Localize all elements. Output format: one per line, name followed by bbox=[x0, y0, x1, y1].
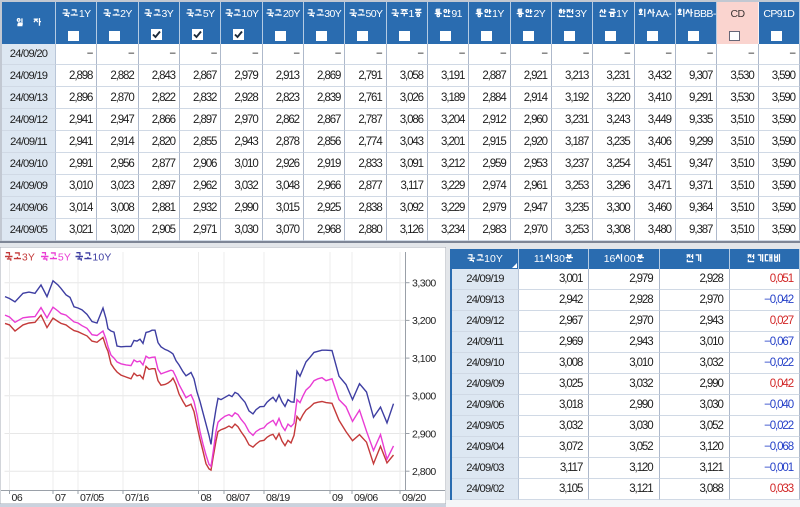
svg-text:3,100: 3,100 bbox=[412, 353, 436, 365]
svg-text:07/16: 07/16 bbox=[125, 492, 149, 504]
svg-text:Y: Y bbox=[28, 252, 35, 264]
svg-text:08/07: 08/07 bbox=[226, 492, 250, 504]
svg-text:07: 07 bbox=[55, 492, 66, 504]
svg-text:2,900: 2,900 bbox=[412, 428, 436, 440]
svg-text:08/19: 08/19 bbox=[266, 492, 290, 504]
svg-text:Y: Y bbox=[104, 252, 111, 264]
svg-text:3,000: 3,000 bbox=[412, 391, 436, 403]
svg-text:07/05: 07/05 bbox=[80, 492, 104, 504]
svg-text:Y: Y bbox=[64, 252, 71, 264]
svg-text:06: 06 bbox=[12, 492, 23, 504]
svg-text:09/06: 09/06 bbox=[354, 492, 378, 504]
svg-text:3,300: 3,300 bbox=[412, 278, 436, 290]
svg-text:08: 08 bbox=[201, 492, 212, 504]
svg-text:09/20: 09/20 bbox=[402, 492, 426, 504]
svg-text:09: 09 bbox=[332, 492, 343, 504]
svg-text:2,800: 2,800 bbox=[412, 466, 436, 478]
svg-text:3,200: 3,200 bbox=[412, 315, 436, 327]
